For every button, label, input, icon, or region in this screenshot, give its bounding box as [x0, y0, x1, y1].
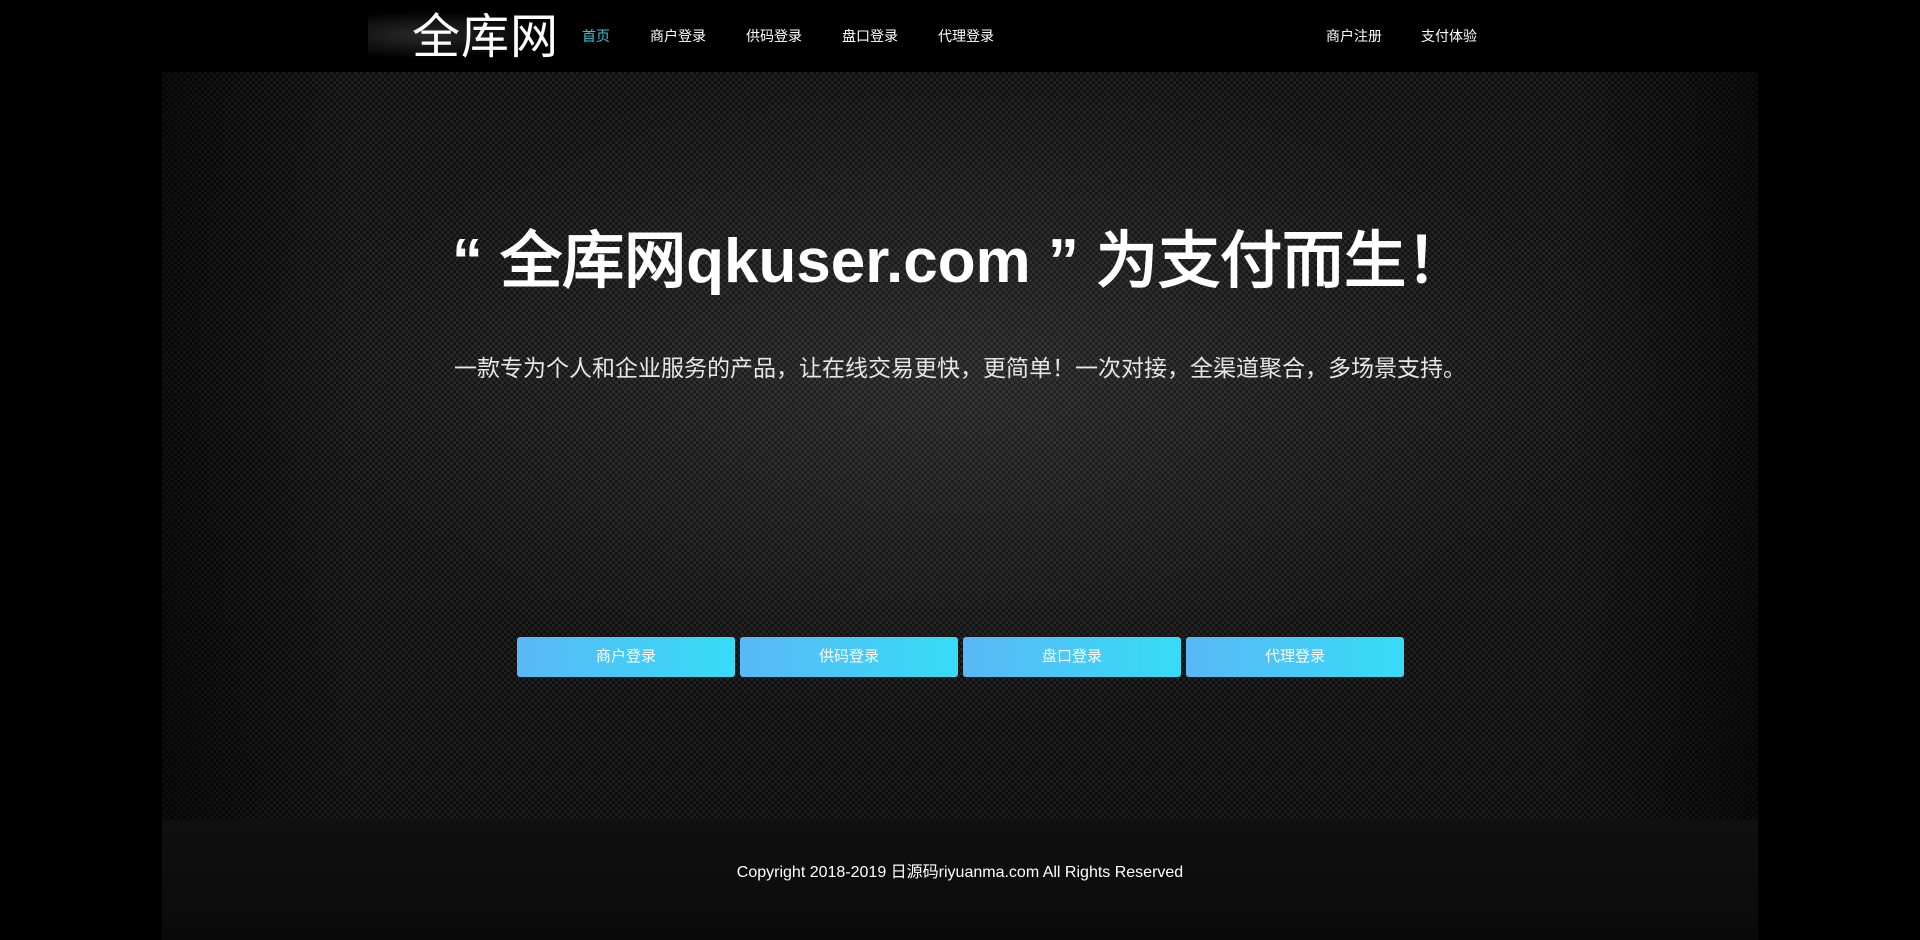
copyright-text: Copyright 2018-2019 日源码riyuanma.com All …	[736, 864, 1184, 881]
hero-headline: “ 全库网qkuser.com ” 为支付而生！	[451, 227, 1469, 296]
login-buttons: 商户登录 供码登录 盘口登录 代理登录	[517, 637, 1409, 677]
hero-vignette	[162, 72, 1758, 820]
page-footer: Copyright 2018-2019 日源码riyuanma.com All …	[162, 820, 1758, 940]
merchant-login-button[interactable]: 商户登录	[517, 637, 735, 677]
nav-merchant-register-link[interactable]: 商户注册	[1326, 26, 1382, 46]
agent-login-button[interactable]: 代理登录	[1186, 637, 1404, 677]
nav-payment-demo-link[interactable]: 支付体验	[1421, 26, 1477, 46]
account-nav: 商户注册 支付体验	[1326, 26, 1516, 46]
hero-subline: 一款专为个人和企业服务的产品，让在线交易更快，更简单！一次对接，全渠道聚合，多场…	[454, 355, 1466, 381]
main-nav: 首页 商户登录 供码登录 盘口登录 代理登录	[582, 26, 1034, 46]
supplier-login-button[interactable]: 供码登录	[740, 637, 958, 677]
nav-home-link[interactable]: 首页	[582, 26, 610, 46]
nav-handicap-login-link[interactable]: 盘口登录	[842, 26, 898, 46]
handicap-login-button[interactable]: 盘口登录	[963, 637, 1181, 677]
top-header: 全库网 首页 商户登录 供码登录 盘口登录 代理登录 商户注册 支付体验	[0, 0, 1920, 72]
hero-section: “ 全库网qkuser.com ” 为支付而生！ 一款专为个人和企业服务的产品，…	[162, 72, 1758, 820]
nav-merchant-login-link[interactable]: 商户登录	[650, 26, 706, 46]
page: 全库网 首页 商户登录 供码登录 盘口登录 代理登录 商户注册 支付体验 “ 全…	[0, 0, 1920, 940]
nav-agent-login-link[interactable]: 代理登录	[938, 26, 994, 46]
site-logo[interactable]: 全库网	[412, 9, 559, 65]
nav-supplier-login-link[interactable]: 供码登录	[746, 26, 802, 46]
